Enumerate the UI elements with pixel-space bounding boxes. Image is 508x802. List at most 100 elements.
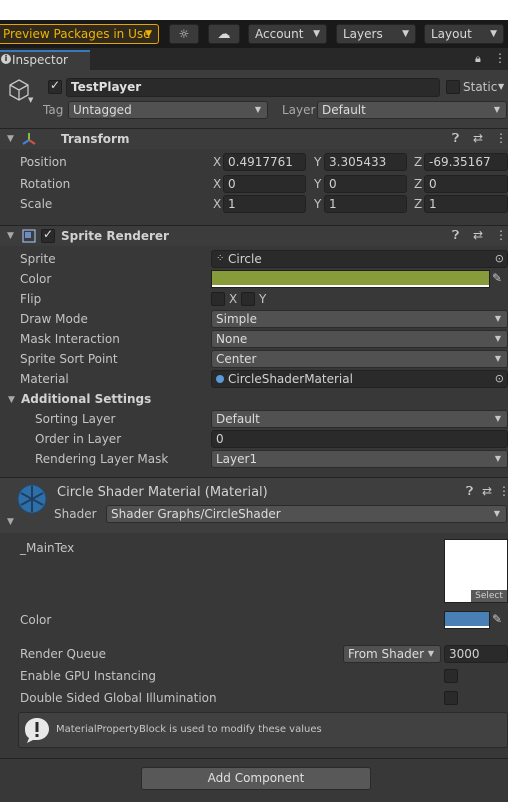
flip-y-label: Y [259, 292, 267, 306]
layers-dropdown[interactable]: Layers ▼ [336, 24, 416, 44]
presets-icon[interactable]: ⇄ [473, 228, 483, 242]
scale-z-axis-label[interactable]: Z [414, 197, 422, 211]
scale-x-input[interactable]: 1 [223, 195, 306, 213]
flip-label: Flip [20, 292, 42, 306]
layout-dropdown[interactable]: Layout ▼ [424, 24, 504, 44]
gameobject-name-input[interactable]: TestPlayer [66, 78, 440, 97]
sprite-renderer-header[interactable]: ▼ Sprite Renderer ❓︎ ⇄ ⋮ [0, 225, 508, 246]
chevron-down-icon[interactable]: ▼ [498, 82, 504, 91]
eyedropper-icon[interactable]: ✎ [492, 271, 502, 285]
render-queue-mode-dropdown[interactable]: From Shader ▼ [343, 645, 441, 663]
kebab-menu-icon[interactable]: ⋮ [495, 228, 507, 242]
rotation-z-input[interactable]: 0 [424, 175, 508, 193]
layer-dropdown[interactable]: Default ▼ [317, 101, 507, 119]
help-icon[interactable]: ❓︎ [452, 228, 459, 243]
sprite-renderer-icon [22, 229, 36, 243]
maintex-texture-slot[interactable]: Select [444, 539, 508, 603]
add-component-button[interactable]: Add Component [141, 767, 371, 790]
account-label: Account [255, 27, 304, 41]
sprite-object-field[interactable]: ⁘ Circle ⊙ [211, 250, 508, 268]
rotation-y-axis-label[interactable]: Y [314, 177, 321, 191]
sprite-renderer-enabled-checkbox[interactable] [41, 227, 55, 243]
scale-y-input[interactable]: 1 [324, 195, 407, 213]
eyedropper-icon[interactable]: ✎ [492, 612, 502, 626]
layers-label: Layers [343, 27, 383, 41]
chevron-down-icon: ▼ [145, 29, 152, 39]
flip-y-checkbox[interactable] [241, 292, 255, 306]
order-in-layer-input[interactable]: 0 [211, 430, 508, 448]
flip-x-checkbox[interactable] [211, 292, 225, 306]
position-x-input[interactable]: 0.4917761 [223, 153, 306, 171]
sprite-label: Sprite [20, 252, 56, 266]
shader-dropdown[interactable]: Shader Graphs/CircleShader ▼ [106, 505, 507, 523]
kebab-menu-icon[interactable]: ⋮ [498, 484, 508, 498]
static-checkbox[interactable] [446, 80, 460, 94]
additional-settings-foldout[interactable]: Additional Settings [21, 392, 151, 406]
rotation-x-input[interactable]: 0 [223, 175, 306, 193]
gpu-instancing-checkbox[interactable] [444, 669, 458, 683]
material-object-field[interactable]: CircleShaderMaterial ⊙ [211, 370, 508, 388]
kebab-menu-icon[interactable]: ⋮ [494, 51, 506, 65]
static-label[interactable]: Static [463, 80, 497, 94]
rotation-z-axis-label[interactable]: Z [414, 177, 422, 191]
object-picker-icon[interactable]: ⊙ [495, 251, 504, 267]
cloud-button[interactable]: ☁ [208, 24, 240, 44]
presets-icon[interactable]: ⇄ [473, 131, 483, 145]
preview-packages-label: Preview Packages in Use [3, 27, 151, 41]
maintex-label: _MainTex [20, 541, 75, 555]
account-dropdown[interactable]: Account ▼ [248, 24, 327, 44]
sprite-asset-icon: ⁘ [216, 253, 225, 264]
rotation-y-input[interactable]: 0 [324, 175, 407, 193]
kebab-menu-icon[interactable]: ⋮ [495, 131, 507, 145]
presets-icon[interactable]: ⇄ [482, 484, 492, 498]
double-sided-gi-label: Double Sided Global Illumination [20, 691, 217, 705]
material-color-field[interactable] [444, 611, 490, 629]
chevron-down-icon[interactable]: ▼ [28, 96, 33, 104]
cloud-icon: ☁ [217, 27, 231, 42]
scale-x-axis-label[interactable]: X [213, 197, 221, 211]
foldout-arrow-icon[interactable]: ▼ [7, 134, 14, 144]
transform-header[interactable]: ▼ Transform ❓︎ ⇄ ⋮ [0, 128, 508, 149]
position-y-input[interactable]: 3.305433 [324, 153, 407, 171]
material-header[interactable]: Circle Shader Material (Material) ❓︎ ⇄ ⋮… [0, 477, 508, 533]
rendering-layer-mask-label: Rendering Layer Mask [35, 452, 169, 466]
gameobject-active-checkbox[interactable] [48, 78, 62, 94]
foldout-arrow-icon[interactable]: ▼ [7, 231, 14, 241]
tab-inspector-label: Inspector [12, 53, 68, 67]
object-picker-icon[interactable]: ⊙ [495, 371, 504, 387]
help-icon[interactable]: ❓︎ [466, 484, 473, 499]
rotation-x-axis-label[interactable]: X [213, 177, 221, 191]
render-queue-input[interactable]: 3000 [444, 645, 508, 663]
texture-select-button[interactable]: Select [471, 590, 507, 602]
collab-button[interactable]: ☼ [169, 24, 199, 44]
sorting-layer-value: Default [216, 412, 260, 426]
rendering-layer-mask-dropdown[interactable]: Layer1 ▼ [211, 450, 508, 468]
foldout-arrow-icon[interactable]: ▼ [8, 395, 15, 405]
rendering-layer-mask-value: Layer1 [216, 452, 258, 466]
tab-inspector[interactable]: i Inspector [0, 50, 90, 70]
sprite-sort-point-dropdown[interactable]: Center ▼ [211, 350, 508, 368]
sun-icon: ☼ [178, 27, 190, 41]
mask-interaction-dropdown[interactable]: None ▼ [211, 330, 508, 348]
sprite-value: Circle [228, 252, 262, 266]
preview-packages-button[interactable]: Preview Packages in Use ▼ [0, 24, 159, 44]
material-color-label: Color [20, 613, 52, 627]
scale-z-input[interactable]: 1 [424, 195, 508, 213]
lock-icon[interactable]: 🔒︎ [475, 52, 481, 66]
draw-mode-dropdown[interactable]: Simple ▼ [211, 310, 508, 328]
position-z-input[interactable]: -69.35167 [424, 153, 508, 171]
sprite-color-field[interactable] [211, 270, 490, 288]
chevron-down-icon: ▼ [494, 354, 501, 363]
tag-dropdown[interactable]: Untagged ▼ [68, 101, 268, 119]
scale-y-axis-label[interactable]: Y [314, 197, 321, 211]
layer-value: Default [322, 103, 366, 117]
foldout-arrow-icon[interactable]: ▼ [7, 517, 14, 527]
sprite-color-swatch [212, 271, 489, 285]
position-x-axis-label[interactable]: X [213, 155, 221, 169]
position-z-axis-label[interactable]: Z [414, 155, 422, 169]
sorting-layer-dropdown[interactable]: Default ▼ [211, 410, 508, 428]
layer-label: Layer [282, 103, 316, 117]
help-icon[interactable]: ❓︎ [452, 131, 459, 146]
double-sided-gi-checkbox[interactable] [444, 691, 458, 705]
position-y-axis-label[interactable]: Y [314, 155, 321, 169]
